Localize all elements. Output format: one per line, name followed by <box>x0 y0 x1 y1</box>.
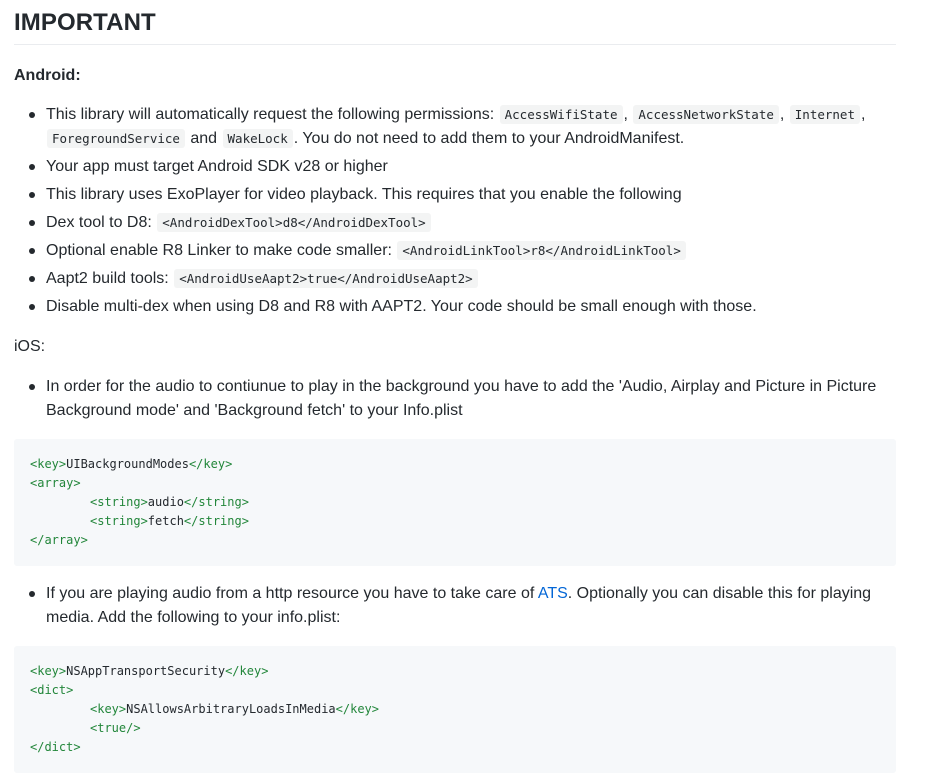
background-modes-code-block[interactable]: <key>UIBackgroundModes</key> <array> <st… <box>14 439 896 566</box>
list-item: Your app must target Android SDK v28 or … <box>29 155 896 179</box>
list-item-text: , <box>623 106 633 123</box>
code-line: <string>fetch</string> <box>30 514 249 528</box>
ios-section-label: iOS: <box>14 338 46 355</box>
list-item: Disable multi-dex when using D8 and R8 w… <box>29 295 896 319</box>
code-line: <true/> <box>30 721 141 735</box>
list-item-text: In order for the audio to contiunue to p… <box>46 378 877 419</box>
list-item-text: Aapt2 build tools: <box>46 270 174 287</box>
code-line: <key>NSAppTransportSecurity</key> <box>30 664 268 678</box>
inline-code: AccessWifiState <box>499 105 623 124</box>
code-line: <string>audio</string> <box>30 495 249 509</box>
inline-code: <AndroidLinkTool>r8</AndroidLinkTool> <box>397 241 686 260</box>
code-line: <key>UIBackgroundModes</key> <box>30 457 232 471</box>
android-section-label: Android: <box>14 67 81 84</box>
list-item-text: This library uses ExoPlayer for video pl… <box>46 186 682 203</box>
ios-requirements-list-2: If you are playing audio from a http res… <box>14 582 896 630</box>
readme-content: IMPORTANT Android: This library will aut… <box>0 0 896 773</box>
bullet-icon <box>29 276 35 282</box>
inline-code: <AndroidDexTool>d8</AndroidDexTool> <box>157 213 431 232</box>
code-text: NSAppTransportSecurity <box>66 664 226 678</box>
inline-code: ForegroundService <box>47 129 185 148</box>
bullet-icon <box>29 304 35 310</box>
code-tag: <key> <box>30 664 67 678</box>
code-tag: <dict> <box>30 683 74 697</box>
inline-code: AccessNetworkState <box>633 105 779 124</box>
code-tag: </dict> <box>30 740 81 754</box>
list-item-text: Disable multi-dex when using D8 and R8 w… <box>46 298 757 315</box>
code-tag: <string> <box>90 495 148 509</box>
code-tag: <key> <box>30 457 67 471</box>
ios-requirements-list-1: In order for the audio to contiunue to p… <box>14 375 896 423</box>
code-text: fetch <box>147 514 184 528</box>
code-tag: <key> <box>90 702 127 716</box>
page-title: IMPORTANT <box>14 0 896 45</box>
list-item: If you are playing audio from a http res… <box>29 582 896 630</box>
list-item: This library uses ExoPlayer for video pl… <box>29 183 896 207</box>
transport-security-code-block[interactable]: <key>NSAppTransportSecurity</key> <dict>… <box>14 646 896 773</box>
code-tag: </key> <box>335 702 379 716</box>
code-line: <key>NSAllowsArbitraryLoadsInMedia</key> <box>30 702 379 716</box>
code-tag: <string> <box>90 514 148 528</box>
list-item-text: , <box>779 106 789 123</box>
list-item: Dex tool to D8: <AndroidDexTool>d8</Andr… <box>29 211 896 235</box>
inline-code: <AndroidUseAapt2>true</AndroidUseAapt2> <box>174 269 478 288</box>
bullet-icon <box>29 220 35 226</box>
code-tag: </key> <box>225 664 269 678</box>
inline-code: Internet <box>789 105 860 124</box>
bullet-icon <box>29 384 35 390</box>
list-item-text: Optional enable R8 Linker to make code s… <box>46 242 397 259</box>
code-tag: <true/> <box>90 721 141 735</box>
bullet-icon <box>29 591 35 597</box>
code-tag: </string> <box>183 495 249 509</box>
code-tag: </string> <box>183 514 249 528</box>
list-item-text-before: If you are playing audio from a http res… <box>46 585 538 602</box>
list-item-text: Dex tool to D8: <box>46 214 157 231</box>
code-line: <dict> <box>30 683 73 697</box>
ats-link[interactable]: ATS <box>538 585 568 602</box>
code-text: audio <box>147 495 184 509</box>
list-item-text: and <box>185 130 222 147</box>
code-line: <array> <box>30 476 81 490</box>
bullet-icon <box>29 248 35 254</box>
inline-code: WakeLock <box>222 129 293 148</box>
list-item-text: , <box>860 106 866 123</box>
bullet-icon <box>29 164 35 170</box>
list-item-text: . You do not need to add them to your An… <box>293 130 685 147</box>
bullet-icon <box>29 192 35 198</box>
list-item: This library will automatically request … <box>29 103 896 151</box>
code-text: UIBackgroundModes <box>66 457 189 471</box>
code-line: </array> <box>30 533 88 547</box>
list-item-text: Your app must target Android SDK v28 or … <box>46 158 388 175</box>
code-tag: </array> <box>30 533 88 547</box>
code-text: NSAllowsArbitraryLoadsInMedia <box>126 702 336 716</box>
code-line: </dict> <box>30 740 81 754</box>
list-item: In order for the audio to contiunue to p… <box>29 375 896 423</box>
code-tag: </key> <box>188 457 233 471</box>
list-item: Aapt2 build tools: <AndroidUseAapt2>true… <box>29 267 896 291</box>
bullet-icon <box>29 112 35 118</box>
list-item: Optional enable R8 Linker to make code s… <box>29 239 896 263</box>
code-tag: <array> <box>30 476 81 490</box>
list-item-text: This library will automatically request … <box>46 106 499 123</box>
android-requirements-list: This library will automatically request … <box>14 103 896 319</box>
